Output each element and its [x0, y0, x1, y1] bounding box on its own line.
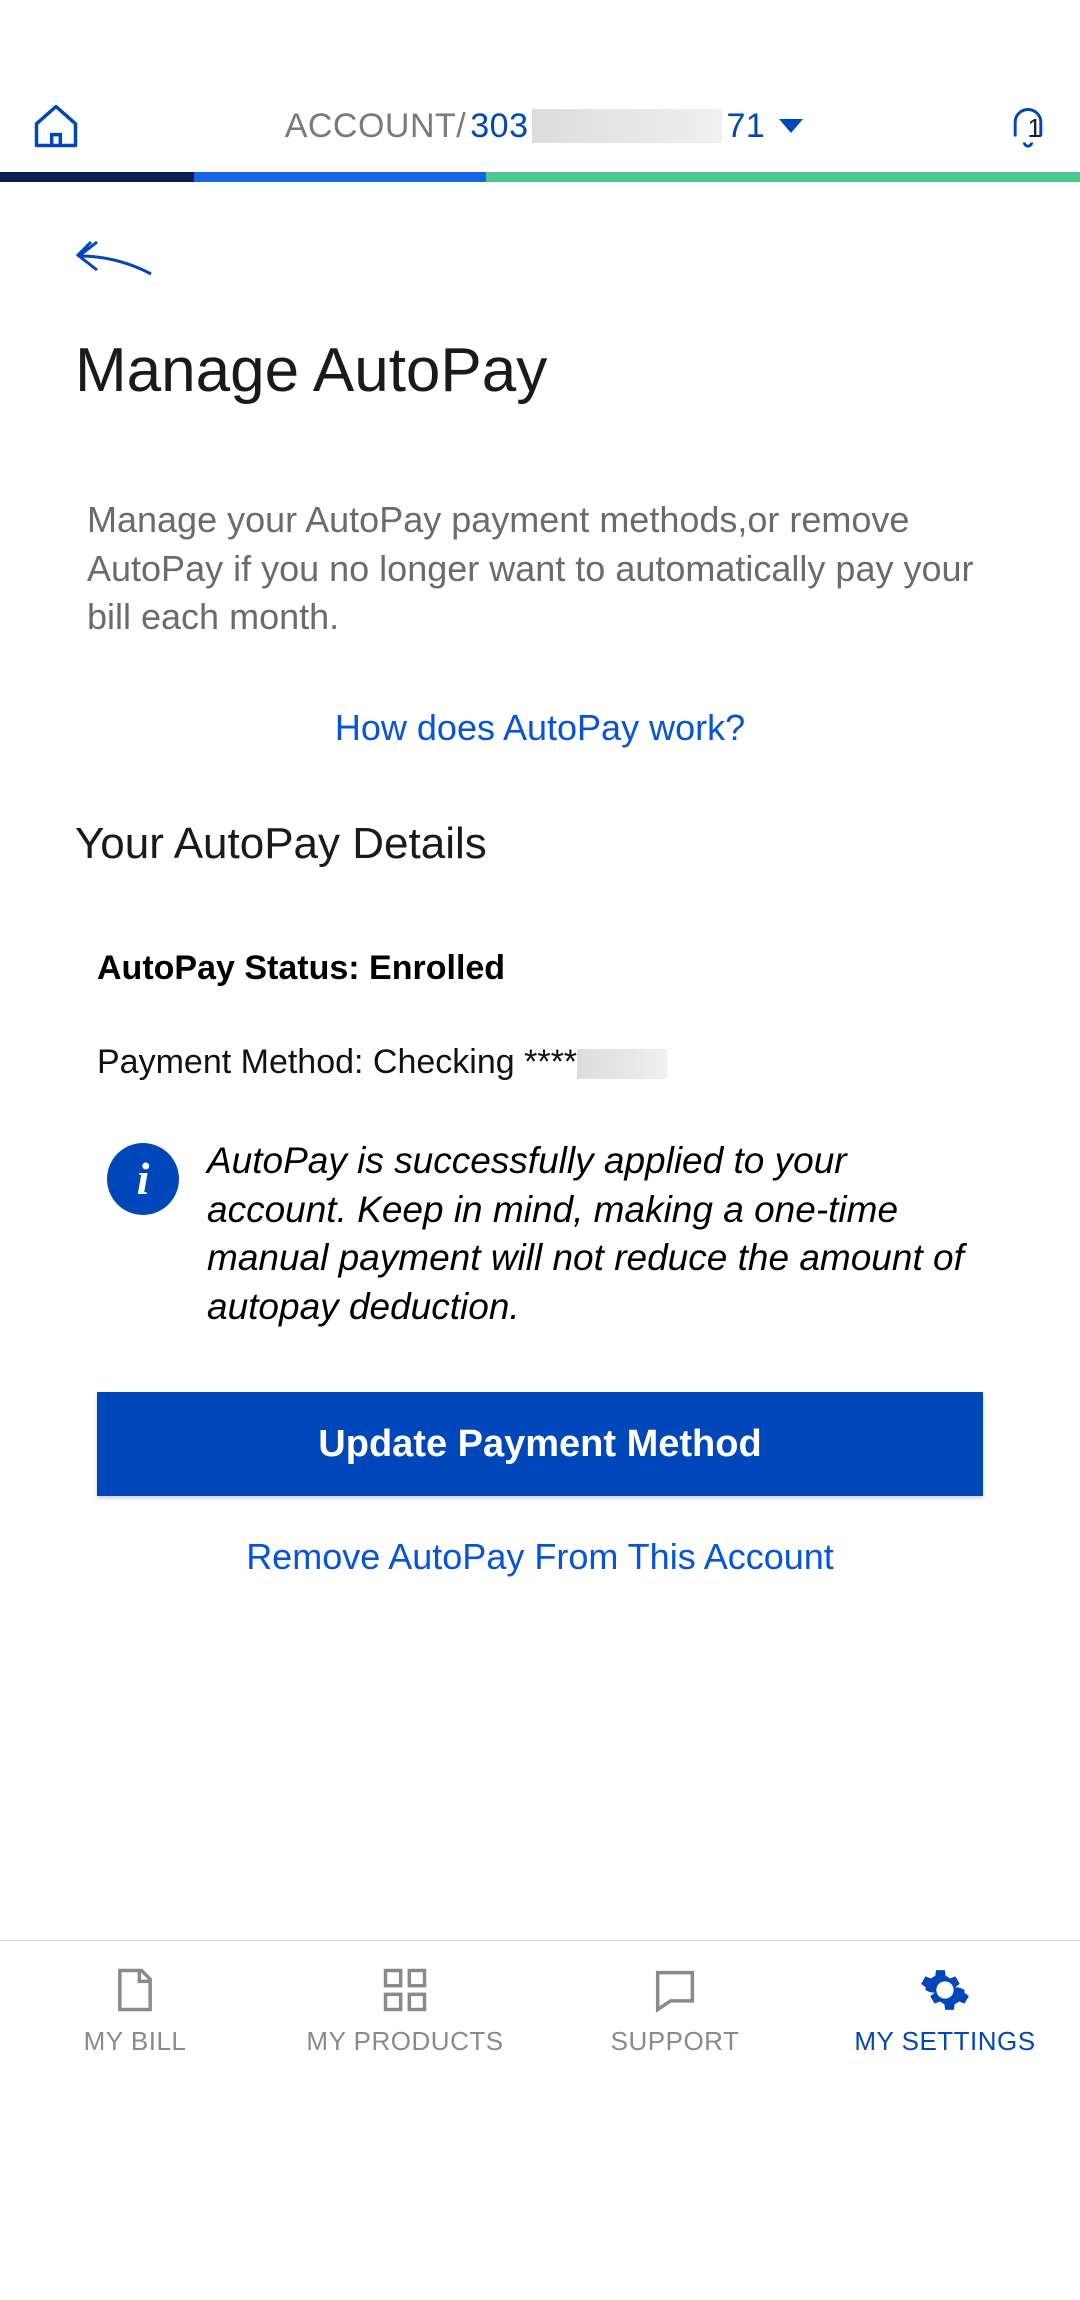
- info-callout: i AutoPay is successfully applied to you…: [97, 1137, 983, 1332]
- main-content: Manage AutoPay Manage your AutoPay payme…: [0, 182, 1080, 1578]
- nav-support[interactable]: SUPPORT: [540, 1941, 810, 2080]
- payment-last4-redacted: [577, 1049, 667, 1079]
- remove-autopay-link[interactable]: Remove AutoPay From This Account: [97, 1536, 983, 1578]
- how-autopay-works-link[interactable]: How does AutoPay work?: [75, 707, 1005, 749]
- autopay-details: AutoPay Status: Enrolled Payment Method:…: [75, 949, 1005, 1578]
- header-bar: ACCOUNT/ 303 71 1: [0, 0, 1080, 172]
- info-icon: i: [107, 1143, 179, 1215]
- accent-bar: [0, 172, 1080, 182]
- section-title: Your AutoPay Details: [75, 819, 1005, 869]
- payment-method: Payment Method: Checking ****: [97, 1043, 983, 1082]
- account-number-prefix: 303: [470, 107, 528, 146]
- info-text: AutoPay is successfully applied to your …: [207, 1137, 983, 1332]
- account-number-suffix: 71: [726, 107, 765, 146]
- bottom-nav: MY BILL MY PRODUCTS SUPPORT MY SETTINGS: [0, 1940, 1080, 2080]
- nav-my-products[interactable]: MY PRODUCTS: [270, 1941, 540, 2080]
- intro-text: Manage your AutoPay payment methods,or r…: [75, 496, 1005, 642]
- notification-bell[interactable]: 1: [1006, 101, 1050, 151]
- nav-my-bill[interactable]: MY BILL: [0, 1941, 270, 2080]
- account-selector[interactable]: ACCOUNT/ 303 71: [82, 107, 1006, 146]
- back-arrow[interactable]: [75, 232, 1005, 285]
- nav-my-settings[interactable]: MY SETTINGS: [810, 1941, 1080, 2080]
- account-number-redacted: [532, 109, 722, 143]
- account-label: ACCOUNT/: [285, 107, 467, 146]
- page-title: Manage AutoPay: [75, 335, 1005, 406]
- notification-count: 1: [1028, 113, 1042, 144]
- chevron-down-icon: [779, 119, 803, 133]
- autopay-status: AutoPay Status: Enrolled: [97, 949, 983, 988]
- home-icon[interactable]: [30, 100, 82, 152]
- update-payment-method-button[interactable]: Update Payment Method: [97, 1392, 983, 1496]
